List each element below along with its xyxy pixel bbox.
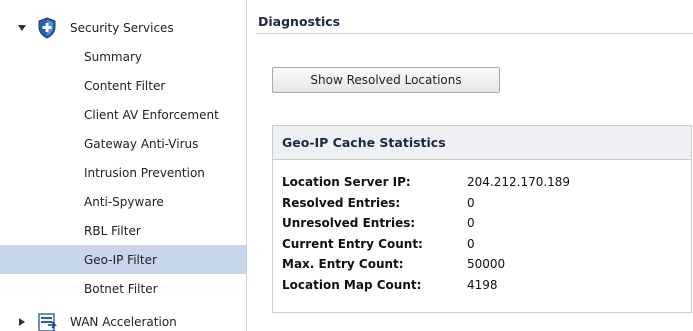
panel-header: Geo-IP Cache Statistics	[273, 126, 691, 160]
stat-label: Current Entry Count:	[282, 236, 423, 251]
stat-label: Resolved Entries:	[282, 195, 401, 210]
stat-label: Location Map Count:	[282, 277, 422, 292]
stat-row-max-entry-count: Max. Entry Count: 50000	[282, 254, 570, 275]
chevron-down-icon[interactable]	[18, 25, 26, 31]
sidebar-item-client-av-enforcement[interactable]: Client AV Enforcement	[0, 100, 246, 129]
page-title: Diagnostics	[258, 14, 341, 29]
shield-icon	[37, 17, 57, 39]
stat-row-location-server-ip: Location Server IP: 204.212.170.189	[282, 172, 570, 193]
geo-ip-cache-statistics-panel: Geo-IP Cache Statistics Location Server …	[272, 125, 692, 313]
show-resolved-locations-button[interactable]: Show Resolved Locations	[272, 67, 500, 93]
sidebar-item-geo-ip-filter[interactable]: Geo-IP Filter	[0, 245, 246, 274]
stats-list: Location Server IP: 204.212.170.189 Reso…	[282, 172, 570, 295]
title-divider	[256, 33, 693, 34]
sidebar-item-rbl-filter[interactable]: RBL Filter	[0, 216, 246, 245]
sidebar-group-security-services[interactable]: Security Services	[0, 13, 246, 43]
stat-row-current-entry-count: Current Entry Count: 0	[282, 234, 570, 255]
stat-value: 0	[467, 216, 475, 231]
stat-row-unresolved-entries: Unresolved Entries: 0	[282, 213, 570, 234]
wan-acceleration-icon	[37, 311, 57, 331]
stat-value: 0	[467, 195, 475, 210]
sidebar-group-label: Security Services	[70, 21, 174, 35]
sidebar-group-wan-acceleration[interactable]: WAN Acceleration	[0, 307, 246, 331]
sidebar-nav: Security Services Summary Content Filter…	[0, 0, 247, 331]
app-root: Security Services Summary Content Filter…	[0, 0, 693, 331]
main-content: Diagnostics Show Resolved Locations Geo-…	[248, 0, 693, 331]
sidebar-item-content-filter[interactable]: Content Filter	[0, 71, 246, 100]
chevron-right-icon[interactable]	[19, 318, 25, 326]
sidebar-item-botnet-filter[interactable]: Botnet Filter	[0, 274, 246, 303]
sidebar-item-anti-spyware[interactable]: Anti-Spyware	[0, 187, 246, 216]
stat-label: Max. Entry Count:	[282, 257, 404, 272]
sidebar-item-intrusion-prevention[interactable]: Intrusion Prevention	[0, 158, 246, 187]
sidebar-group-label: WAN Acceleration	[70, 315, 177, 329]
stat-row-location-map-count: Location Map Count: 4198	[282, 275, 570, 296]
stat-value: 0	[467, 236, 475, 251]
stat-value: 50000	[467, 257, 506, 272]
stat-label: Unresolved Entries:	[282, 216, 416, 231]
stat-value: 204.212.170.189	[467, 175, 571, 190]
sidebar-item-gateway-anti-virus[interactable]: Gateway Anti-Virus	[0, 129, 246, 158]
stat-row-resolved-entries: Resolved Entries: 0	[282, 193, 570, 214]
stat-label: Location Server IP:	[282, 175, 411, 190]
stat-value: 4198	[467, 277, 498, 292]
sidebar-item-summary[interactable]: Summary	[0, 42, 246, 71]
